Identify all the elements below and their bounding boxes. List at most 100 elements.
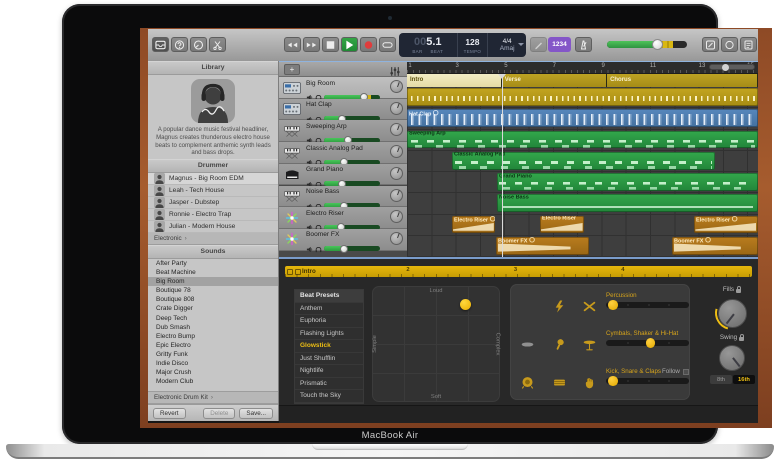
library-button[interactable]: [152, 37, 169, 52]
editor-ruler[interactable]: Intro 234: [285, 266, 752, 277]
pan-knob[interactable]: [390, 232, 403, 245]
sound-item[interactable]: Beat Machine: [148, 268, 278, 277]
add-track-button[interactable]: +: [284, 64, 300, 75]
region-green[interactable]: Classic Analog Pad: [452, 152, 715, 170]
track-volume-slider[interactable]: [324, 246, 380, 251]
solo-button[interactable]: [315, 240, 322, 257]
pan-knob[interactable]: [390, 123, 403, 136]
sound-item[interactable]: Gritty Funk: [148, 350, 278, 359]
sound-item[interactable]: Major Crush: [148, 368, 278, 377]
kit-kick-button[interactable]: [518, 374, 536, 390]
kit-cymbal-button[interactable]: [518, 336, 536, 352]
lcd-display[interactable]: 005.1 BARBEAT 128 TEMPO 4/4 Amaj: [399, 33, 526, 57]
region-green[interactable]: Noise Bass: [497, 194, 758, 212]
arrangement-marker[interactable]: Verse: [502, 74, 607, 87]
playhead-line[interactable]: [502, 74, 503, 257]
pan-knob[interactable]: [390, 167, 403, 180]
sound-item[interactable]: Deep Tech: [148, 314, 278, 323]
cycle-button[interactable]: [379, 37, 396, 52]
beat-preset-item[interactable]: Just Shufflin: [295, 353, 363, 366]
beat-preset-item[interactable]: Glowstick: [295, 340, 363, 353]
track-header-row[interactable]: Noise Bass: [279, 186, 407, 208]
sound-item[interactable]: Dub Smash: [148, 323, 278, 332]
kit-slider[interactable]: [606, 340, 689, 346]
arrangement-marker[interactable]: Intro: [407, 74, 502, 87]
track-header-row[interactable]: Sweeping Arp: [279, 120, 407, 142]
xy-pad[interactable]: Loud Soft Simple Complex: [372, 286, 500, 402]
sound-item[interactable]: Electro Bump: [148, 332, 278, 341]
region-orange[interactable]: Electro Riser: [540, 216, 584, 234]
record-button[interactable]: [360, 37, 377, 52]
stop-button[interactable]: [322, 37, 339, 52]
region-green[interactable]: Sweeping Arp: [407, 131, 758, 149]
kit-slider-knob[interactable]: [608, 300, 618, 310]
kit-slider-knob[interactable]: [608, 376, 618, 386]
rate-16th-button[interactable]: 16th: [733, 375, 755, 384]
track-header-row[interactable]: Electro Riser: [279, 207, 407, 229]
beat-preset-item[interactable]: Nightlife: [295, 365, 363, 378]
track-header-row[interactable]: Boomer FX: [279, 229, 407, 251]
kit-slider[interactable]: [606, 378, 689, 384]
master-volume-slider[interactable]: [607, 40, 687, 49]
sound-item[interactable]: After Party: [148, 259, 278, 268]
notes-button[interactable]: [740, 37, 757, 52]
kit-shaker-button[interactable]: [550, 336, 568, 352]
beat-preset-item[interactable]: Anthem: [295, 303, 363, 316]
drummer-item[interactable]: Magnus - Big Room EDM: [148, 173, 278, 185]
play-button[interactable]: [341, 37, 358, 52]
track-header-row[interactable]: Big Room: [279, 77, 407, 99]
swing-knob[interactable]: [719, 345, 745, 371]
chevron-down-icon[interactable]: [518, 43, 524, 46]
region-orange[interactable]: Boomer FX: [672, 237, 758, 255]
track-header-row[interactable]: Hat Clap: [279, 99, 407, 121]
track-volume-knob[interactable]: [340, 245, 348, 253]
kit-lightning-button[interactable]: [550, 298, 568, 314]
revert-button[interactable]: Revert: [153, 408, 186, 419]
timeline-zoom-slider[interactable]: [709, 64, 755, 70]
sound-item[interactable]: Indie Disco: [148, 359, 278, 368]
track-header-row[interactable]: Classic Analog Pad: [279, 142, 407, 164]
save-button[interactable]: Save...: [239, 408, 273, 419]
region-orange[interactable]: Electro Riser: [452, 216, 495, 234]
editors-button[interactable]: [209, 37, 226, 52]
kit-sticks-button[interactable]: [580, 298, 598, 314]
arrangement-marker[interactable]: Chorus: [607, 74, 758, 87]
zoom-thumb[interactable]: [722, 64, 729, 71]
beat-preset-item[interactable]: Flashing Lights: [295, 328, 363, 341]
media-browser-button[interactable]: [721, 37, 738, 52]
category-row-electronic[interactable]: Electronic›: [148, 233, 278, 245]
rewind-button[interactable]: [284, 37, 301, 52]
metronome-button[interactable]: [575, 37, 592, 52]
beat-preset-item[interactable]: Euphoria: [295, 315, 363, 328]
playhead-marker[interactable]: [498, 74, 506, 79]
kit-hihat-button[interactable]: [580, 336, 598, 352]
drummer-item[interactable]: Jasper - Dubstep: [148, 197, 278, 209]
kit-slider[interactable]: [606, 302, 689, 308]
region-yellow[interactable]: [407, 88, 758, 106]
kit-claps-button[interactable]: [580, 374, 598, 390]
mute-button[interactable]: [306, 240, 313, 257]
kit-row-electronic-drum-kit[interactable]: Electronic Drum Kit›: [148, 391, 278, 404]
xy-puck[interactable]: [460, 299, 471, 310]
delete-button[interactable]: Delete: [203, 408, 235, 419]
quick-help-button[interactable]: [171, 37, 188, 52]
region-green[interactable]: Grand Piano: [497, 173, 758, 191]
beat-preset-item[interactable]: Prismatic: [295, 378, 363, 391]
beat-preset-item[interactable]: Touch the Sky: [295, 390, 363, 403]
sound-item[interactable]: Modern Club: [148, 377, 278, 386]
drummer-item[interactable]: Leah - Tech House: [148, 185, 278, 197]
sound-item[interactable]: Big Room: [148, 277, 278, 286]
sound-item[interactable]: Crate Digger: [148, 304, 278, 313]
count-in-button[interactable]: 1234: [548, 37, 571, 52]
region-orange[interactable]: Boomer FX: [496, 237, 589, 255]
fills-knob[interactable]: [718, 299, 747, 328]
follow-checkbox[interactable]: [683, 369, 689, 375]
region-orange[interactable]: Electro Riser: [694, 216, 758, 234]
smart-controls-button[interactable]: [190, 37, 207, 52]
pan-knob[interactable]: [390, 189, 403, 202]
fast-forward-button[interactable]: [303, 37, 320, 52]
volume-knob[interactable]: [652, 39, 663, 50]
loop-browser-button[interactable]: [702, 37, 719, 52]
bar-ruler[interactable]: 13579111315: [407, 62, 758, 74]
pan-knob[interactable]: [390, 210, 403, 223]
